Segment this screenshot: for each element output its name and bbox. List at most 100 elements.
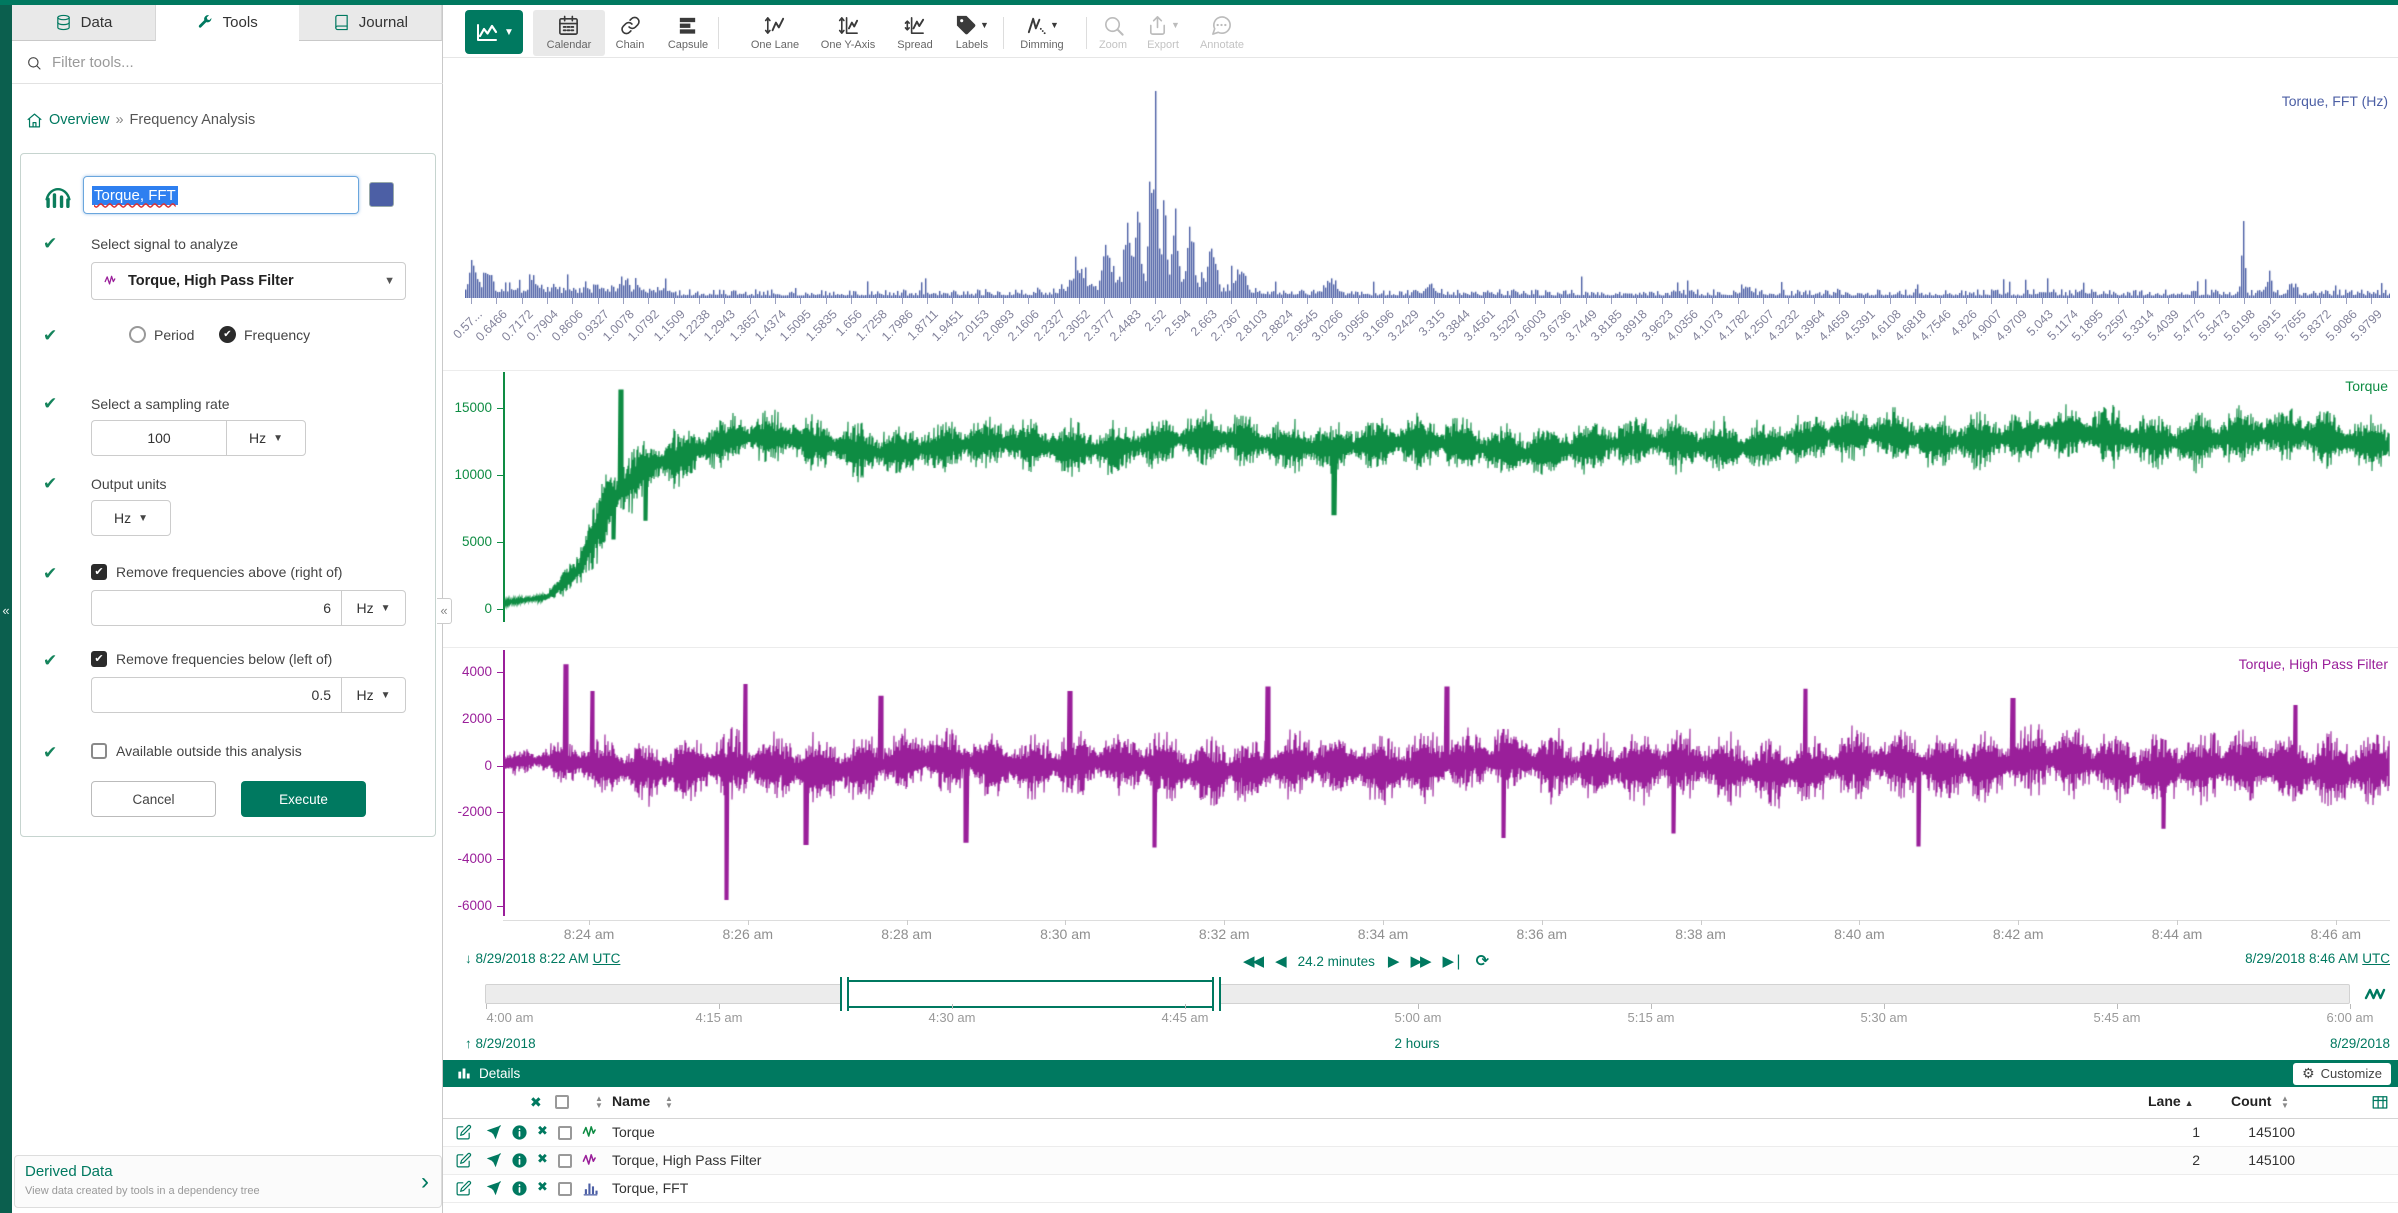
chevron-down-icon: ▼	[138, 513, 148, 524]
available-outside-checkbox-row[interactable]: Available outside this analysis	[91, 743, 302, 759]
timeline-tick-label: 5:00 am	[1395, 1010, 1442, 1025]
remove-above-input[interactable]	[91, 590, 341, 626]
timeline-tick	[1418, 1004, 1419, 1009]
table-row[interactable]: ✖Torque, FFT	[443, 1175, 2398, 1203]
timeline-selection[interactable]	[846, 980, 1218, 1008]
timeline-tick	[2117, 1004, 2118, 1009]
tab-tools[interactable]: Tools	[156, 5, 300, 41]
send-to-trend-icon[interactable]	[485, 1180, 502, 1197]
remove-icon[interactable]: ✖	[537, 1123, 548, 1139]
toolbar-button-dimming[interactable]: ▼Dimming	[1010, 10, 1074, 56]
execute-button[interactable]: Execute	[241, 781, 366, 817]
toolbar-button-chain[interactable]: Chain	[603, 10, 657, 56]
frequency-radio[interactable]: ✔ Frequency	[219, 326, 310, 343]
column-header-lane[interactable]: Lane ▲	[2148, 1093, 2194, 1109]
step-backward-icon[interactable]: ◀	[1275, 952, 1285, 970]
refresh-icon[interactable]: ⟳	[1476, 951, 1489, 971]
table-row[interactable]: ✖Torque1145100	[443, 1119, 2398, 1147]
toolbar-button-one-y-axis[interactable]: One Y-Axis	[805, 10, 891, 56]
fft-x-tick	[1434, 298, 1435, 304]
row-checkbox[interactable]	[558, 1126, 572, 1140]
y-axis-tick-label: 15000	[440, 400, 492, 415]
output-units-label: Output units	[91, 476, 167, 492]
column-header-count[interactable]: Count	[2231, 1093, 2271, 1109]
sort-icon[interactable]: ▲▼	[595, 1095, 603, 1109]
journal-icon	[333, 14, 350, 31]
signal-color-swatch[interactable]	[369, 182, 394, 207]
torque-chart[interactable]	[504, 372, 2390, 622]
fast-forward-icon[interactable]: ▶▶	[1410, 952, 1429, 970]
hpf-chart[interactable]	[504, 650, 2390, 916]
column-header-name[interactable]: Name	[612, 1093, 650, 1109]
timeline-handle-left[interactable]	[840, 977, 849, 1011]
send-to-trend-icon[interactable]	[485, 1124, 502, 1141]
row-checkbox[interactable]	[558, 1154, 572, 1168]
sort-icon[interactable]: ▲▼	[2281, 1095, 2289, 1109]
remove-below-unit-select[interactable]: Hz ▼	[341, 677, 406, 713]
result-name-input[interactable]: Torque, FFT	[83, 176, 359, 214]
send-to-trend-icon[interactable]	[485, 1152, 502, 1169]
fft-x-tick	[1459, 298, 1460, 304]
remove-all-icon[interactable]: ✖	[530, 1094, 542, 1111]
display-range-start[interactable]: ↓ 8/29/2018 8:22 AM UTC	[465, 951, 620, 966]
remove-below-input[interactable]	[91, 677, 341, 713]
toolbar-button-calendar[interactable]: Calendar	[533, 10, 605, 56]
breadcrumb-overview[interactable]: Overview	[49, 112, 109, 128]
fast-backward-icon[interactable]: ◀◀	[1243, 952, 1262, 970]
toolbar-button-labels[interactable]: ▼Labels	[943, 10, 1000, 56]
fft-chart[interactable]	[465, 85, 2390, 298]
edit-icon[interactable]	[455, 1124, 472, 1141]
collapse-sidebar-icon[interactable]: «	[437, 598, 452, 624]
info-icon[interactable]	[511, 1124, 528, 1141]
collapse-left-icon[interactable]: «	[0, 598, 12, 624]
y-axis-tick	[497, 766, 503, 767]
y-axis-tick	[497, 906, 503, 907]
remove-above-checkbox-row[interactable]: ✔ Remove frequencies above (right of)	[91, 564, 342, 580]
remove-icon[interactable]: ✖	[537, 1179, 548, 1195]
time-tick-label: 8:38 am	[1675, 926, 1726, 942]
radio-on-icon: ✔	[219, 326, 236, 343]
tab-data[interactable]: Data	[12, 5, 156, 41]
period-radio[interactable]: Period	[129, 326, 194, 343]
chevron-down-icon: ▼	[381, 690, 391, 701]
home-icon[interactable]	[26, 112, 43, 129]
derived-data-panel[interactable]: Derived Data View data created by tools …	[14, 1155, 442, 1208]
sampling-unit-select[interactable]: Hz ▼	[226, 420, 306, 456]
auto-update-icon[interactable]	[2362, 982, 2388, 1006]
tab-journal[interactable]: Journal	[299, 5, 442, 41]
worksheet-view-selector[interactable]: ▼	[465, 10, 523, 54]
sort-icon[interactable]: ▲▼	[665, 1095, 673, 1109]
remove-above-unit-select[interactable]: Hz ▼	[341, 590, 406, 626]
skip-to-now-icon[interactable]: ▶❘	[1443, 952, 1463, 970]
signal-select-dropdown[interactable]: Torque, High Pass Filter ▼	[91, 262, 406, 300]
add-column-icon[interactable]	[2371, 1093, 2389, 1111]
filter-tools-input[interactable]	[52, 54, 382, 71]
edit-icon[interactable]	[455, 1180, 472, 1197]
select-all-checkbox[interactable]	[555, 1095, 569, 1109]
step-forward-icon[interactable]: ▶	[1388, 952, 1398, 970]
table-row[interactable]: ✖Torque, High Pass Filter2145100	[443, 1147, 2398, 1175]
timeline-bar[interactable]	[485, 984, 2350, 1004]
customize-button[interactable]: ⚙ Customize	[2293, 1063, 2391, 1085]
toolbar-button-spread[interactable]: Spread	[886, 10, 943, 56]
info-icon[interactable]	[511, 1180, 528, 1197]
edit-icon[interactable]	[455, 1152, 472, 1169]
duration-label[interactable]: 24.2 minutes	[1298, 954, 1375, 969]
remove-icon[interactable]: ✖	[537, 1151, 548, 1167]
range-start-timezone[interactable]: UTC	[593, 951, 621, 966]
timeline-end-date[interactable]: 8/29/2018	[2190, 1036, 2390, 1051]
timeline-handle-right[interactable]	[1212, 977, 1221, 1011]
info-icon[interactable]	[511, 1152, 528, 1169]
remove-below-checkbox-row[interactable]: ✔ Remove frequencies below (left of)	[91, 651, 332, 667]
row-checkbox[interactable]	[558, 1182, 572, 1196]
toolbar-button-one-lane[interactable]: One Lane	[739, 10, 811, 56]
output-unit-select[interactable]: Hz ▼	[91, 500, 171, 536]
display-range-end[interactable]: 8/29/2018 8:46 AM UTC	[2090, 951, 2390, 966]
sampling-rate-input[interactable]	[91, 420, 226, 456]
cancel-button[interactable]: Cancel	[91, 781, 216, 817]
timeline-tick	[952, 1004, 953, 1009]
timeline-start-date[interactable]: ↑ 8/29/2018	[465, 1036, 536, 1051]
range-end-timezone[interactable]: UTC	[2362, 951, 2390, 966]
toolbar-button-capsule[interactable]: Capsule	[656, 10, 720, 56]
database-icon	[55, 14, 72, 31]
